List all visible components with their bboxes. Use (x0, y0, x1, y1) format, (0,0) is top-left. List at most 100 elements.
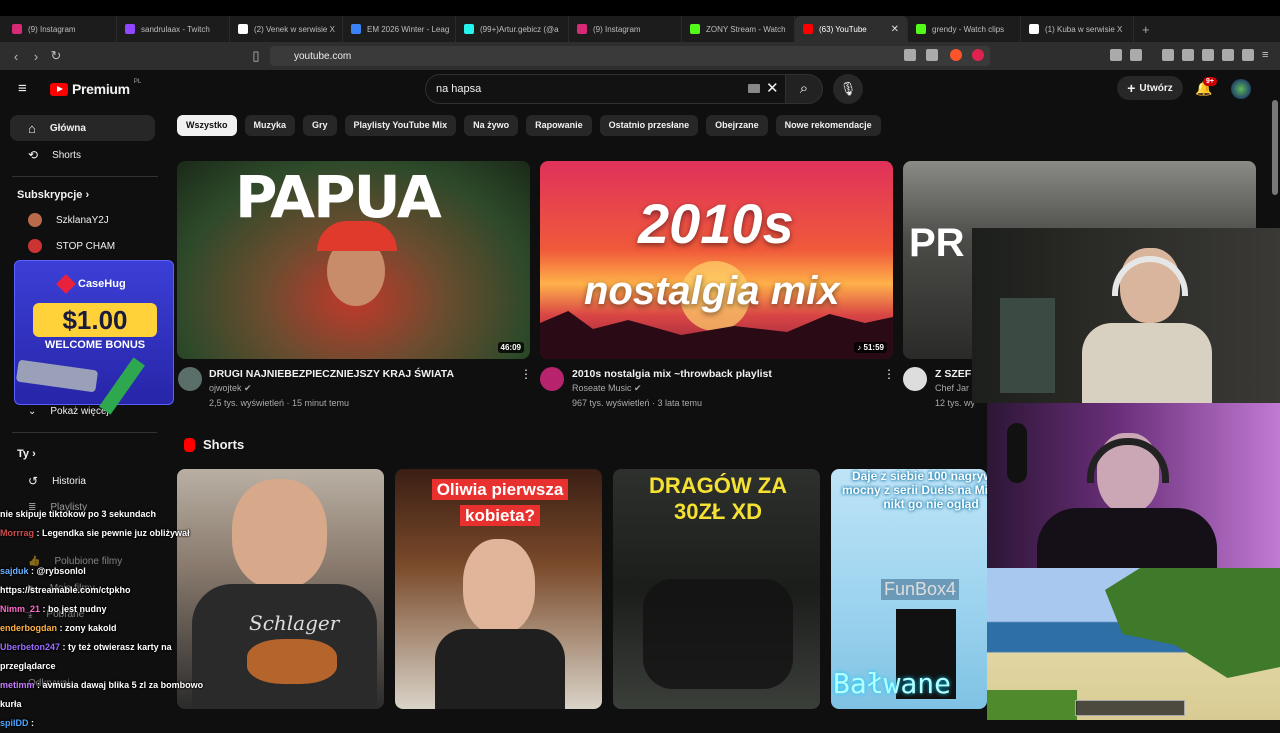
headphones (1112, 256, 1188, 296)
browser-tab[interactable]: ZONY Stream - Watch (682, 16, 795, 42)
forward-icon[interactable]: › (26, 49, 46, 64)
thumbnail-text: PR (909, 221, 965, 265)
video-duration: ♪ 51:59 (854, 342, 887, 353)
video-channel[interactable]: ojwojtek ✔ (209, 383, 252, 394)
chat-username: enderbogdan (0, 623, 58, 633)
screenshot-icon[interactable] (1202, 49, 1214, 61)
short-thumbnail[interactable]: Daje z siebie 100 nagrywam mocny z serii… (831, 469, 987, 709)
filter-chip[interactable]: Playlisty YouTube Mix (344, 115, 457, 136)
chat-text: : @rybsonlol (31, 566, 86, 576)
filter-chip[interactable]: Ostatnio przesłane (599, 115, 699, 136)
subscriptions-header[interactable]: Subskrypcje › (0, 181, 170, 207)
share-icon[interactable] (926, 49, 938, 61)
streamer-body (1037, 508, 1217, 568)
chat-username: Morrrag (0, 528, 35, 538)
channel-avatar[interactable] (903, 367, 927, 391)
channel-avatar[interactable] (178, 367, 202, 391)
sidebar-item-home[interactable]: ⌂ Główna (10, 115, 155, 141)
filter-chip[interactable]: Muzyka (244, 115, 296, 136)
stream-chat: nie skipuje tiktokow po 3 sekundach Morrr… (0, 505, 250, 733)
more-options-icon[interactable]: ⋮ (883, 367, 895, 381)
filter-chip[interactable]: Na żywo (464, 115, 519, 136)
filter-chip[interactable]: Rapowanie (526, 115, 592, 136)
short-sign: FunBox4 (881, 579, 960, 600)
sidebar-toggle-icon[interactable] (1182, 49, 1194, 61)
hamburger-menu-icon[interactable]: ≡ (18, 81, 27, 96)
voice-search-button[interactable]: 🎙 (833, 74, 863, 104)
notifications-button[interactable]: 🔔 9+ (1195, 77, 1217, 97)
channel-avatar[interactable] (540, 367, 564, 391)
video-thumbnail[interactable]: PAPUA 46:09 (177, 161, 530, 359)
notification-badge: 9+ (1203, 77, 1217, 86)
sidebar-item-shorts[interactable]: ⟲ Shorts (10, 142, 155, 168)
browser-tab[interactable]: (63) YouTube ✕ (795, 16, 908, 42)
short-thumbnail[interactable]: Oliwia pierwsza kobieta? (395, 469, 602, 709)
avatar[interactable] (1231, 79, 1251, 99)
music-icon[interactable] (1162, 49, 1174, 61)
back-icon[interactable]: ‹ (6, 49, 26, 64)
tab-label: sandrulaax - Twitch (141, 24, 210, 34)
video-channel[interactable]: Roseate Music ✔ (572, 383, 642, 394)
video-thumbnail[interactable]: 2010s nostalgia mix ♪ 51:59 (540, 161, 893, 359)
url-field[interactable]: youtube.com (270, 46, 990, 66)
filter-chip[interactable]: Wszystko (177, 115, 237, 136)
filter-chip[interactable]: Gry (303, 115, 337, 136)
sidebar-item-label: Shorts (52, 149, 81, 161)
chat-message: nie skipuje tiktokow po 3 sekundach (0, 505, 250, 524)
menu-icon[interactable]: ≡ (1262, 49, 1274, 61)
tree-foliage (1105, 568, 1280, 678)
clear-search-icon[interactable]: ✕ (766, 79, 779, 97)
youtube-masthead: ≡ Premium PL na hapsa ✕ ⌕ 🎙 + Utwórz 🔔 9+ (0, 70, 1280, 110)
filter-chip[interactable]: Obejrzane (706, 115, 768, 136)
search-input[interactable]: na hapsa ✕ (425, 74, 787, 104)
chat-message: Morrrag : Legendka sie pewnie juz obliży… (0, 524, 250, 543)
brave-shield-icon[interactable] (950, 49, 962, 61)
reload-icon[interactable]: ↻ (46, 48, 66, 64)
casehug-ad: CaseHug $1.00 WELCOME BONUS (14, 260, 174, 415)
new-tab-button[interactable]: + (1142, 22, 1150, 37)
extension-icon[interactable] (904, 49, 916, 61)
video-title[interactable]: Z SZEF (935, 368, 971, 380)
history-icon: ↺ (28, 474, 39, 488)
browser-tab[interactable]: (99+)Artur.gebicz (@a (456, 16, 569, 42)
tab-label: (99+)Artur.gebicz (@a (480, 24, 559, 34)
short-thumbnail[interactable]: DRAGÓW ZA 30ZŁ XD (613, 469, 820, 709)
you-header[interactable]: Ty › (0, 440, 36, 466)
keyboard-icon[interactable] (748, 84, 760, 93)
wallet-icon[interactable] (1130, 49, 1142, 61)
browser-tab[interactable]: sandrulaax - Twitch (117, 16, 230, 42)
search-button[interactable]: ⌕ (785, 74, 823, 104)
chat-message: enderbogdan : zony kakold (0, 619, 250, 638)
sidebar-item-sub-1[interactable]: SzklanaY2J (10, 207, 155, 233)
more-options-icon[interactable]: ⋮ (520, 367, 532, 381)
close-tab-icon[interactable]: ✕ (891, 24, 899, 35)
chat-message: metimm : avmusia dawaj blika 5 zl za bom… (0, 676, 250, 695)
puzzle-icon[interactable] (1110, 49, 1122, 61)
shield-icon[interactable] (1242, 49, 1254, 61)
home-icon: ⌂ (28, 120, 36, 136)
filter-chip[interactable]: Nowe rekomendacje (775, 115, 881, 136)
video-title[interactable]: 2010s nostalgia mix ~throwback playlist (572, 368, 772, 380)
browser-tab[interactable]: (9) Instagram (569, 16, 682, 42)
video-channel[interactable]: Chef Jar (935, 383, 969, 393)
bookmark-icon[interactable]: ▯ (246, 48, 266, 64)
create-button[interactable]: + Utwórz (1117, 76, 1183, 100)
sidebar-item-sub-2[interactable]: STOP CHAM (10, 233, 155, 259)
webcam-middle (987, 403, 1280, 568)
chevron-down-icon: ⌄ (28, 405, 37, 417)
browser-tab[interactable]: (1) Kuba w serwisie X (1021, 16, 1134, 42)
thumbnail-text: nostalgia mix (584, 269, 840, 313)
browser-tab[interactable]: EM 2026 Winter - Leag (343, 16, 456, 42)
browser-tab[interactable]: grendy - Watch clips (908, 16, 1021, 42)
rewards-icon[interactable] (972, 49, 984, 61)
tab-favicon-icon (125, 24, 135, 34)
tab-label: EM 2026 Winter - Leag (367, 24, 450, 34)
browser-tab[interactable]: (2) Venek w serwisie X (230, 16, 343, 42)
vpn-icon[interactable] (1222, 49, 1234, 61)
page-scrollbar[interactable] (1272, 100, 1278, 195)
youtube-logo[interactable]: Premium PL (50, 79, 141, 97)
browser-tab[interactable]: (9) Instagram (4, 16, 117, 42)
sidebar-item-history[interactable]: ↺ Historia (10, 468, 155, 494)
video-title[interactable]: DRUGI NAJNIEBEZPIECZNIEJSZY KRAJ ŚWIATA (209, 368, 454, 380)
hotbar (1075, 700, 1185, 716)
